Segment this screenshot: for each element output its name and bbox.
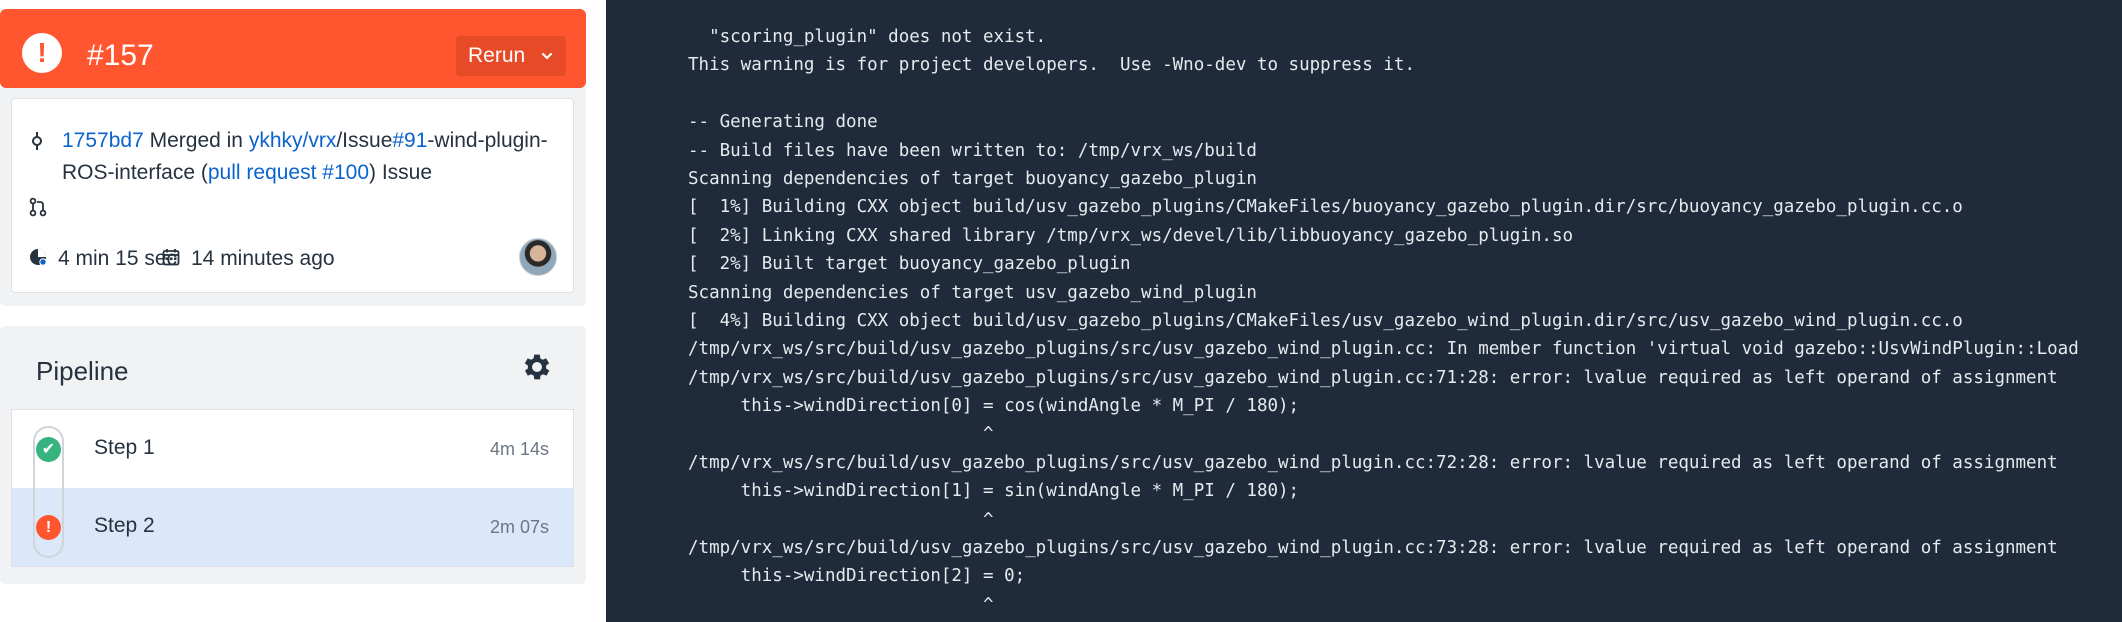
log-line: Scanning dependencies of target buoyancy…	[688, 168, 1257, 189]
log-line: ^	[688, 509, 994, 530]
log-line: this->windDirection[0] = cos(windAngle *…	[688, 396, 1300, 417]
log-line: /tmp/vrx_ws/src/build/usv_gazebo_plugins…	[688, 452, 2058, 473]
step-duration: 2m 07s	[489, 517, 549, 537]
gear-icon[interactable]	[520, 350, 554, 384]
commit-details: 1757bd7 Merged in ykhky/vrx/Issue#91-win…	[11, 98, 574, 293]
pull-request-link[interactable]: pull request #100	[208, 161, 369, 184]
build-number: #157	[87, 39, 154, 72]
log-line: -- Generating done	[688, 112, 878, 133]
commit-card: 1757bd7 Merged in ykhky/vrx/Issue#91-win…	[0, 88, 586, 306]
pipeline-card: Pipeline Step 1 4m 14s Step 2 2m 07s ✔ !	[0, 326, 586, 584]
avatar[interactable]	[519, 238, 557, 276]
log-line: [ 1%] Building CXX object build/usv_gaze…	[688, 197, 1963, 218]
step-label: Step 1	[94, 436, 155, 459]
build-time-ago: 14 minutes ago	[191, 247, 335, 270]
commit-message: 1757bd7 Merged in ykhky/vrx/Issue#91-win…	[62, 125, 562, 189]
log-line: [ 2%] Linking CXX shared library /tmp/vr…	[688, 225, 1574, 246]
log-output: "scoring_plugin" does not exist. This war…	[688, 23, 2079, 619]
log-line: /tmp/vrx_ws/src/build/usv_gazebo_plugins…	[688, 367, 2058, 388]
exclamation-icon: !	[22, 33, 62, 73]
chevron-down-icon	[541, 52, 553, 60]
log-line: -- Build files have been written to: /tm…	[688, 140, 1257, 161]
log-line: /tmp/vrx_ws/src/build/usv_gazebo_plugins…	[688, 538, 2058, 559]
build-duration: 4 min 15 sec	[58, 247, 178, 270]
trailing-text: ) Issue	[369, 161, 433, 184]
calendar-icon	[162, 249, 180, 266]
log-line: ^	[688, 594, 994, 615]
check-icon: ✔	[36, 437, 61, 462]
pull-request-icon	[29, 197, 47, 217]
rerun-button[interactable]: Rerun	[456, 36, 566, 76]
issue-link[interactable]: #91	[392, 129, 427, 152]
step-item[interactable]: Step 1 4m 14s	[12, 410, 573, 488]
pipeline-title: Pipeline	[36, 356, 129, 386]
log-line: /tmp/vrx_ws/src/build/usv_gazebo_plugins…	[688, 339, 2079, 360]
log-line: ^	[688, 424, 994, 445]
log-line: This warning is for project developers. …	[688, 55, 1415, 76]
log-line: [ 2%] Built target buoyancy_gazebo_plugi…	[688, 254, 1131, 275]
rerun-label: Rerun	[468, 44, 526, 67]
step-item[interactable]: Step 2 2m 07s	[12, 488, 573, 566]
log-panel[interactable]: "scoring_plugin" does not exist. This war…	[606, 0, 2122, 622]
log-line: this->windDirection[1] = sin(windAngle *…	[688, 481, 1300, 502]
step-list: Step 1 4m 14s Step 2 2m 07s ✔ !	[11, 409, 574, 567]
log-line: [ 4%] Building CXX object build/usv_gaze…	[688, 310, 1963, 331]
log-line: Scanning dependencies of target usv_gaze…	[688, 282, 1257, 303]
repo-link[interactable]: ykhky/vrx	[249, 129, 337, 152]
build-header: ! #157 Rerun	[0, 9, 586, 88]
build-sidebar: ! #157 Rerun 1757bd7 Merged in ykhky/vrx…	[0, 0, 588, 622]
log-line: "scoring_plugin" does not exist.	[688, 27, 1047, 47]
commit-sha-link[interactable]: 1757bd7	[62, 129, 144, 152]
merged-in-text: Merged in	[143, 129, 249, 152]
log-line: this->windDirection[2] = 0;	[688, 566, 1026, 587]
step-label: Step 2	[94, 514, 155, 537]
commit-icon	[32, 132, 42, 150]
exclamation-icon: !	[36, 515, 61, 540]
clock-icon	[30, 249, 47, 266]
step-duration: 4m 14s	[489, 439, 549, 459]
branch-prefix: /Issue	[336, 129, 393, 152]
